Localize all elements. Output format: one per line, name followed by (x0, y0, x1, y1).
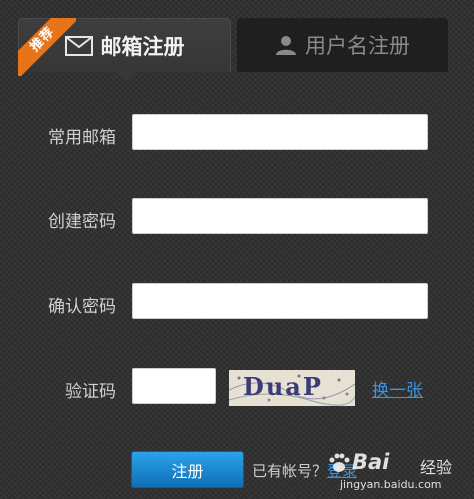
watermark-brand: Bai (352, 450, 390, 474)
captcha-input[interactable] (132, 368, 216, 404)
password-label: 创建密码 (48, 212, 116, 232)
watermark-experience: 经验 (420, 458, 453, 477)
tab-username-label: 用户名注册 (305, 34, 410, 58)
captcha-code: DuaP (243, 372, 323, 401)
captcha-image[interactable]: DuaP (229, 370, 355, 406)
password-field[interactable] (132, 198, 428, 234)
tab-email-label: 邮箱注册 (100, 34, 185, 59)
active-tab-pointer (116, 72, 136, 82)
tab-email-register[interactable]: 邮箱注册 (18, 18, 231, 72)
have-account-text: 已有帐号？ (252, 462, 328, 480)
email-label: 常用邮箱 (48, 128, 116, 148)
paw-logo-icon (329, 453, 350, 472)
user-icon (275, 34, 297, 56)
email-field[interactable] (132, 114, 428, 150)
watermark-url: jingyan.baidu.com (340, 478, 442, 491)
tab-username-register[interactable]: 用户名注册 (237, 18, 448, 72)
mail-icon (64, 35, 93, 56)
confirm-password-field[interactable] (132, 283, 428, 319)
captcha-label: 验证码 (65, 382, 116, 402)
confirm-password-label: 确认密码 (48, 297, 116, 317)
baidu-jingyan-watermark: Bai 经验 jingyan.baidu.com (328, 448, 474, 498)
refresh-captcha-link[interactable]: 换一张 (372, 376, 423, 401)
register-button[interactable]: 注册 (131, 451, 244, 488)
